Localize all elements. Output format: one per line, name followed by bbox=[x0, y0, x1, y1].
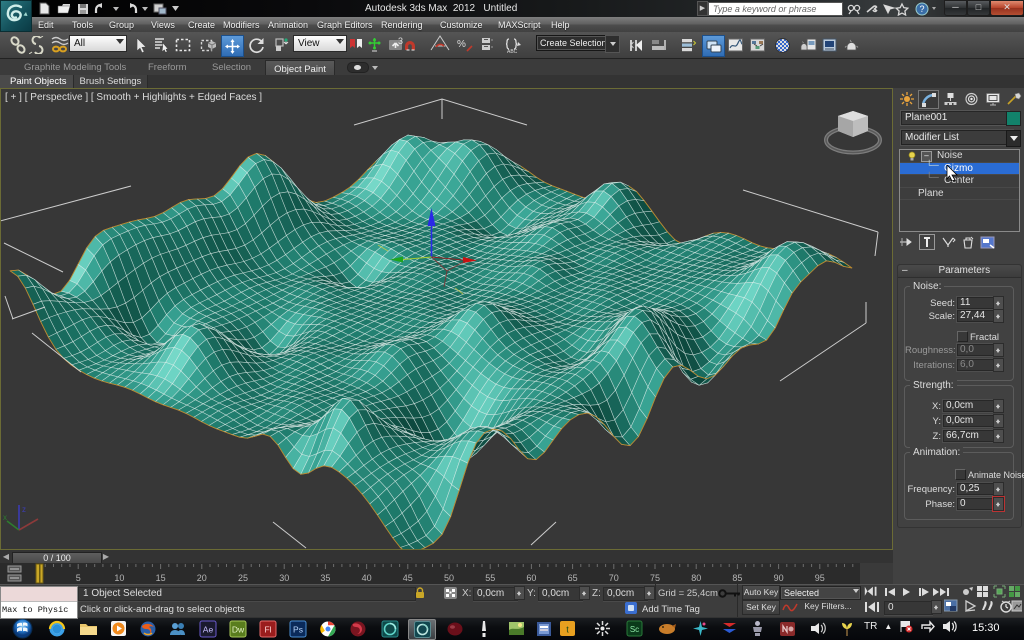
svg-text:35: 35 bbox=[320, 573, 330, 583]
svg-text:70: 70 bbox=[609, 573, 619, 583]
svg-text:65: 65 bbox=[568, 573, 578, 583]
svg-text:Sc: Sc bbox=[629, 625, 638, 634]
svg-text:15: 15 bbox=[156, 573, 166, 583]
svg-text:10: 10 bbox=[114, 573, 124, 583]
svg-text:x: x bbox=[3, 513, 7, 522]
svg-text:55: 55 bbox=[485, 573, 495, 583]
svg-text:90: 90 bbox=[774, 573, 784, 583]
svg-text:80: 80 bbox=[691, 573, 701, 583]
svg-text:25: 25 bbox=[238, 573, 248, 583]
svg-text:?: ? bbox=[919, 4, 924, 14]
svg-text:%: % bbox=[457, 39, 466, 50]
svg-text:Dw: Dw bbox=[232, 624, 245, 634]
svg-text:50: 50 bbox=[444, 573, 454, 583]
svg-text:Fl: Fl bbox=[264, 624, 271, 634]
svg-text:Ps: Ps bbox=[293, 624, 303, 634]
svg-text:95: 95 bbox=[815, 573, 825, 583]
svg-text:40: 40 bbox=[362, 573, 372, 583]
svg-text:5: 5 bbox=[76, 573, 81, 583]
svg-text:30: 30 bbox=[279, 573, 289, 583]
svg-text:3: 3 bbox=[398, 36, 403, 46]
svg-text:20: 20 bbox=[197, 573, 207, 583]
svg-text:75: 75 bbox=[650, 573, 660, 583]
svg-text:45: 45 bbox=[403, 573, 413, 583]
svg-text:Ae: Ae bbox=[203, 624, 214, 634]
svg-text:ABC: ABC bbox=[507, 49, 518, 54]
svg-text:60: 60 bbox=[526, 573, 536, 583]
svg-text:85: 85 bbox=[732, 573, 742, 583]
svg-text:z: z bbox=[22, 505, 26, 514]
